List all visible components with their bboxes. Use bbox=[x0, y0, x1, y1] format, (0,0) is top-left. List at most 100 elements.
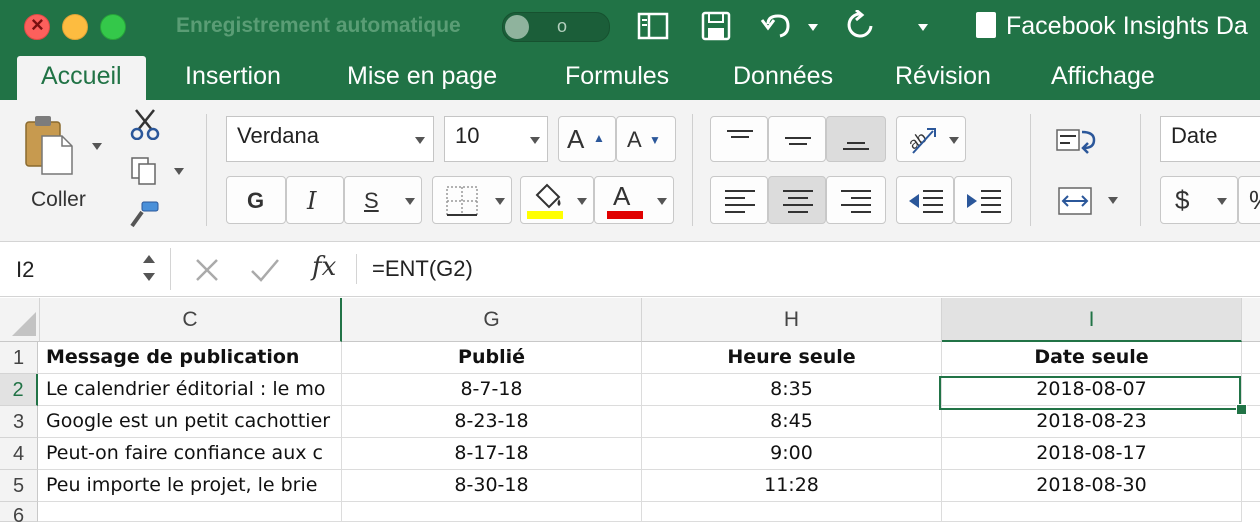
cell-c5[interactable]: Peu importe le projet, le brie bbox=[38, 470, 342, 502]
column-header-h[interactable]: H bbox=[642, 298, 942, 342]
cell-g4[interactable]: 8-17-18 bbox=[342, 438, 642, 470]
font-size-dropdown-icon[interactable] bbox=[530, 137, 540, 144]
font-name-dropdown-icon[interactable] bbox=[415, 137, 425, 144]
align-left-button[interactable] bbox=[710, 176, 768, 224]
merge-dropdown-icon[interactable] bbox=[1108, 197, 1118, 204]
increase-font-button[interactable]: A ▲ bbox=[558, 116, 616, 162]
percent-button[interactable]: % bbox=[1238, 176, 1260, 224]
cell-i6[interactable] bbox=[942, 502, 1242, 522]
cell-i4[interactable]: 2018-08-17 bbox=[942, 438, 1242, 470]
wrap-text-icon[interactable] bbox=[1056, 126, 1100, 156]
orientation-dropdown-icon[interactable] bbox=[949, 137, 959, 144]
tab-revision[interactable]: Révision bbox=[895, 62, 991, 91]
cell-j5[interactable] bbox=[1242, 470, 1260, 502]
align-middle-button[interactable] bbox=[768, 116, 826, 162]
cell-h2[interactable]: 8:35 bbox=[642, 374, 942, 406]
fill-color-dropdown-icon[interactable] bbox=[577, 198, 587, 205]
cell-c3[interactable]: Google est un petit cachottier bbox=[38, 406, 342, 438]
paste-dropdown-icon[interactable] bbox=[92, 143, 102, 150]
borders-dropdown-icon[interactable] bbox=[495, 198, 505, 205]
cell-c2[interactable]: Le calendrier éditorial : le mo bbox=[38, 374, 342, 406]
cell-g5[interactable]: 8-30-18 bbox=[342, 470, 642, 502]
underline-dropdown-icon[interactable] bbox=[405, 198, 415, 205]
cell-i3[interactable]: 2018-08-23 bbox=[942, 406, 1242, 438]
fill-handle[interactable] bbox=[1236, 404, 1247, 415]
borders-button[interactable] bbox=[432, 176, 512, 224]
format-painter-icon[interactable] bbox=[126, 200, 162, 230]
decrease-font-button[interactable]: A ▼ bbox=[616, 116, 676, 162]
minimize-window-button[interactable] bbox=[62, 14, 88, 40]
row-header-3[interactable]: 3 bbox=[0, 406, 38, 438]
cell-c4[interactable]: Peut-on faire confiance aux c bbox=[38, 438, 342, 470]
column-header-g[interactable]: G bbox=[342, 298, 642, 342]
bold-button[interactable]: G bbox=[226, 176, 286, 224]
redo-icon[interactable] bbox=[846, 10, 876, 42]
autosave-toggle[interactable]: o bbox=[502, 12, 610, 42]
row-header-1[interactable]: 1 bbox=[0, 342, 38, 374]
cut-icon[interactable] bbox=[128, 108, 162, 140]
cancel-icon[interactable] bbox=[194, 257, 220, 283]
cell-g6[interactable] bbox=[342, 502, 642, 522]
name-box[interactable]: I2 bbox=[16, 257, 34, 283]
cell-g3[interactable]: 8-23-18 bbox=[342, 406, 642, 438]
row-header-5[interactable]: 5 bbox=[0, 470, 38, 502]
font-name-select[interactable]: Verdana bbox=[226, 116, 434, 162]
cell-g1[interactable]: Publié bbox=[342, 342, 642, 374]
cell-h1[interactable]: Heure seule bbox=[642, 342, 942, 374]
italic-button[interactable]: I bbox=[286, 176, 344, 224]
cell-j4[interactable] bbox=[1242, 438, 1260, 470]
cell-h3[interactable]: 8:45 bbox=[642, 406, 942, 438]
tab-mise-en-page[interactable]: Mise en page bbox=[347, 62, 497, 91]
font-color-dropdown-icon[interactable] bbox=[657, 198, 667, 205]
align-bottom-button[interactable] bbox=[826, 116, 886, 162]
column-header-next[interactable] bbox=[1242, 298, 1260, 342]
cell-i1[interactable]: Date seule bbox=[942, 342, 1242, 374]
save-icon[interactable] bbox=[700, 10, 732, 42]
tab-formules[interactable]: Formules bbox=[565, 62, 669, 91]
sidebar-icon[interactable] bbox=[636, 10, 670, 42]
formula-input[interactable]: =ENT(G2) bbox=[372, 256, 473, 282]
increase-indent-button[interactable] bbox=[954, 176, 1012, 224]
cell-c1[interactable]: Message de publication bbox=[38, 342, 342, 374]
tab-affichage[interactable]: Affichage bbox=[1051, 62, 1155, 91]
undo-icon[interactable] bbox=[760, 10, 800, 42]
merge-center-icon[interactable] bbox=[1058, 186, 1092, 216]
customize-toolbar-icon[interactable] bbox=[918, 24, 928, 31]
column-header-c[interactable]: C bbox=[40, 298, 342, 342]
tab-accueil[interactable]: Accueil bbox=[17, 56, 146, 100]
select-all-corner[interactable] bbox=[0, 298, 40, 342]
copy-icon[interactable] bbox=[130, 156, 158, 186]
close-window-button[interactable] bbox=[24, 12, 50, 40]
fill-color-button[interactable] bbox=[520, 176, 594, 224]
insert-function-icon[interactable]: fx bbox=[312, 252, 336, 282]
cell-h5[interactable]: 11:28 bbox=[642, 470, 942, 502]
cell-h4[interactable]: 9:00 bbox=[642, 438, 942, 470]
underline-button[interactable]: S bbox=[344, 176, 422, 224]
number-format-select[interactable]: Date bbox=[1160, 116, 1260, 162]
undo-dropdown-icon[interactable] bbox=[808, 24, 818, 31]
font-color-button[interactable]: A bbox=[594, 176, 674, 224]
row-header-6[interactable]: 6 bbox=[0, 502, 38, 527]
row-header-4[interactable]: 4 bbox=[0, 438, 38, 470]
paste-icon[interactable] bbox=[24, 114, 76, 176]
align-center-button[interactable] bbox=[768, 176, 826, 224]
name-box-stepper-icon[interactable] bbox=[140, 250, 158, 286]
column-header-i[interactable]: I bbox=[942, 298, 1242, 342]
cell-g2[interactable]: 8-7-18 bbox=[342, 374, 642, 406]
currency-dropdown-icon[interactable] bbox=[1217, 198, 1227, 205]
cell-j1[interactable] bbox=[1242, 342, 1260, 374]
copy-dropdown-icon[interactable] bbox=[174, 168, 184, 175]
enter-check-icon[interactable] bbox=[250, 257, 280, 283]
currency-button[interactable]: $ bbox=[1160, 176, 1238, 224]
tab-donnees[interactable]: Données bbox=[733, 62, 833, 91]
row-header-2[interactable]: 2 bbox=[0, 374, 38, 406]
zoom-window-button[interactable] bbox=[100, 14, 126, 40]
tab-insertion[interactable]: Insertion bbox=[185, 62, 281, 91]
cell-h6[interactable] bbox=[642, 502, 942, 522]
cell-i5[interactable]: 2018-08-30 bbox=[942, 470, 1242, 502]
decrease-indent-button[interactable] bbox=[896, 176, 954, 224]
orientation-button[interactable]: ab bbox=[896, 116, 966, 162]
cell-j2[interactable] bbox=[1242, 374, 1260, 406]
align-top-button[interactable] bbox=[710, 116, 768, 162]
align-right-button[interactable] bbox=[826, 176, 886, 224]
